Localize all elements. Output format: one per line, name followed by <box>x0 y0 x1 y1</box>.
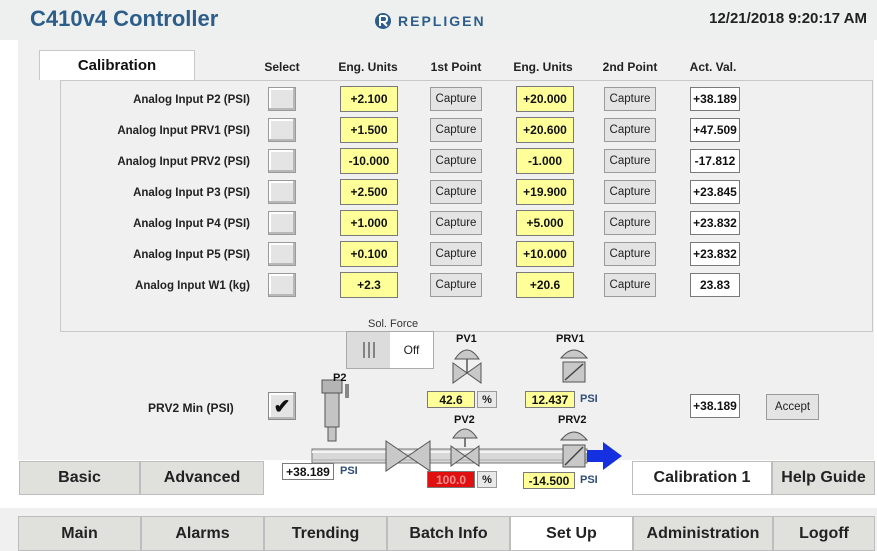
p2-label: P2 <box>333 372 347 384</box>
prv2-value: -14.500 <box>523 472 575 489</box>
pv2-unit: % <box>477 471 497 488</box>
prv2-min-value: +38.189 <box>690 394 740 418</box>
tab-help-guide[interactable]: Help Guide <box>772 461 875 495</box>
tab-advanced[interactable]: Advanced <box>140 461 264 495</box>
checkmark-icon: ✔ <box>273 395 291 418</box>
prv1-value: 12.437 <box>525 391 575 408</box>
nav-main[interactable]: Main <box>18 516 141 551</box>
pv1-label: PV1 <box>456 333 477 345</box>
pv1-unit: % <box>477 391 497 408</box>
p2-sensor-icon <box>321 379 349 442</box>
p2-unit: PSI <box>340 465 358 477</box>
nav-administration[interactable]: Administration <box>633 516 773 551</box>
accept-button[interactable]: Accept <box>766 394 819 420</box>
manual-valve-icon <box>385 440 431 472</box>
prv2-regulator-icon <box>559 431 589 468</box>
nav-trending[interactable]: Trending <box>264 516 387 551</box>
tab-basic[interactable]: Basic <box>19 461 140 495</box>
prv1-unit: PSI <box>580 393 598 405</box>
flow-arrow-icon <box>587 442 622 470</box>
prv2-label: PRV2 <box>558 414 587 426</box>
controller-screen: C410v4 Controller REPLIGEN 12/21/2018 9:… <box>0 0 877 551</box>
pv2-value: 100.0 <box>427 471 475 488</box>
nav-set-up[interactable]: Set Up <box>510 516 633 551</box>
pv1-value: 42.6 <box>427 391 475 408</box>
prv1-label: PRV1 <box>556 333 585 345</box>
main-pipe-icon <box>311 448 588 464</box>
pv2-label: PV2 <box>454 414 475 426</box>
nav-alarms[interactable]: Alarms <box>141 516 264 551</box>
prv2-unit: PSI <box>580 474 598 486</box>
prv2-min-checkbox[interactable]: ✔ <box>268 392 296 420</box>
nav-logoff[interactable]: Logoff <box>773 516 875 551</box>
nav-batch-info[interactable]: Batch Info <box>387 516 510 551</box>
tab-calibration-1[interactable]: Calibration 1 <box>632 461 772 495</box>
prv2-min-label: PRV2 Min (PSI) <box>148 401 234 415</box>
p2-value: +38.189 <box>282 463 334 480</box>
prv1-regulator-icon <box>559 349 589 383</box>
pv1-valve-icon <box>452 349 482 384</box>
